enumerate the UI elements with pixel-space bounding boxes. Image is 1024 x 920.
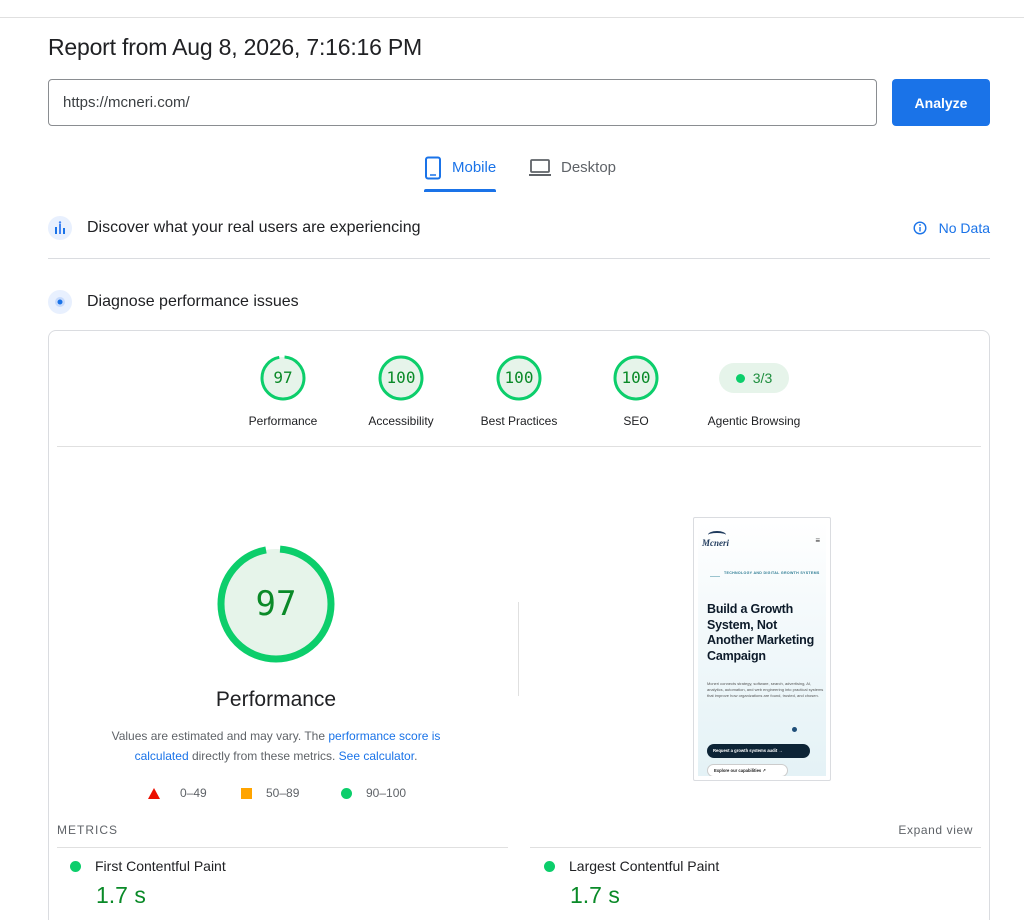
- legend-average: 50–89: [241, 785, 299, 801]
- diagnose-icon: [48, 290, 72, 314]
- performance-big-score: 97: [255, 584, 297, 624]
- metric-lcp: Largest Contentful Paint 1.7 s: [531, 858, 719, 909]
- no-data-label: No Data: [938, 220, 990, 236]
- page-screenshot[interactable]: Mcneri ≡ TECHNOLOGY AND DIGITAL GROWTH S…: [693, 517, 831, 781]
- pass-dot-icon: [70, 860, 81, 872]
- section-divider: [48, 258, 990, 259]
- no-data-link[interactable]: No Data: [913, 210, 990, 246]
- fail-triangle-icon: [148, 787, 160, 799]
- note-text: .: [414, 749, 418, 763]
- vertical-divider: [518, 602, 519, 696]
- best-practices-score: 100: [504, 368, 534, 387]
- agentic-browsing-badge: 3/3: [719, 363, 789, 393]
- estimate-note: Values are estimated and may vary. The p…: [96, 726, 456, 766]
- lab-data-title: Diagnose performance issues: [87, 293, 299, 310]
- note-text: directly from these metrics.: [188, 749, 339, 763]
- legend-range: 50–89: [266, 786, 300, 800]
- accessibility-gauge: 100: [377, 354, 425, 402]
- agentic-browsing-score: 3/3: [752, 370, 773, 386]
- performance-label: Performance: [248, 414, 318, 428]
- metric-divider: [530, 847, 981, 848]
- legend-fail: 0–49: [148, 785, 207, 801]
- expand-view-toggle[interactable]: Expand view: [898, 823, 973, 837]
- legend-range: 0–49: [180, 786, 207, 800]
- screenshot-dot: [792, 727, 797, 732]
- pass-circle-icon: [341, 787, 352, 799]
- average-square-icon: [241, 787, 252, 799]
- performance-gauge: 97: [259, 354, 307, 402]
- report-title: Report from Aug 8, 2026, 7:16:16 PM: [48, 34, 423, 60]
- seo-score: 100: [621, 368, 651, 387]
- metric-divider: [57, 847, 508, 848]
- legend-range: 90–100: [366, 786, 407, 800]
- info-icon: [913, 221, 927, 235]
- smartphone-icon: [424, 156, 442, 180]
- metric-fcp: First Contentful Paint 1.7 s: [57, 858, 226, 909]
- best-practices-label: Best Practices: [480, 414, 558, 428]
- tab-mobile[interactable]: Mobile: [424, 152, 497, 192]
- see-calculator-link[interactable]: See calculator: [339, 749, 414, 763]
- seo-gauge: 100: [612, 354, 660, 402]
- metric-value: 1.7 s: [570, 882, 620, 908]
- note-text: Values are estimated and may vary. The: [111, 729, 329, 743]
- lab-data-section: Diagnose performance issues: [48, 284, 990, 320]
- hamburger-menu-icon: ≡: [815, 536, 820, 545]
- laptop-icon: [529, 159, 551, 177]
- metric-value: 1.7 s: [96, 882, 146, 908]
- category-performance[interactable]: 97 Performance: [228, 354, 338, 428]
- category-best-practices[interactable]: 100 Best Practices: [464, 354, 574, 428]
- seo-label: SEO: [623, 414, 649, 428]
- accessibility-label: Accessibility: [368, 414, 434, 428]
- top-divider: [0, 17, 1024, 18]
- screenshot-logo: Mcneri: [702, 538, 729, 548]
- screenshot-tag: TECHNOLOGY AND DIGITAL GROWTH SYSTEMS: [706, 571, 824, 577]
- legend-pass: 90–100: [341, 785, 406, 801]
- screenshot-content: Mcneri ≡ TECHNOLOGY AND DIGITAL GROWTH S…: [698, 522, 826, 776]
- screenshot-primary-cta: Request a growth systems audit →: [707, 744, 810, 758]
- best-practices-gauge: 100: [495, 354, 543, 402]
- pass-dot-icon: [735, 373, 745, 383]
- url-input[interactable]: [48, 79, 877, 126]
- metric-name: Largest Contentful Paint: [569, 858, 720, 874]
- metrics-heading: METRICS: [57, 823, 118, 837]
- performance-title: Performance: [215, 688, 337, 711]
- field-data-section: Discover what your real users are experi…: [48, 210, 990, 246]
- category-seo[interactable]: 100 SEO: [581, 354, 691, 428]
- screenshot-secondary-cta: Explore our capabilities ↗: [707, 764, 788, 776]
- tab-desktop[interactable]: Desktop: [529, 152, 616, 192]
- metric-name: First Contentful Paint: [95, 858, 226, 874]
- category-agentic-browsing[interactable]: 3/3 Agentic Browsing: [699, 354, 809, 428]
- analyze-button[interactable]: Analyze: [892, 79, 990, 126]
- screenshot-body: Mcneri connects strategy, software, sear…: [707, 681, 824, 699]
- users-chart-icon: [48, 216, 72, 240]
- tab-label: Mobile: [452, 159, 497, 176]
- category-accessibility[interactable]: 100 Accessibility: [346, 354, 456, 428]
- accessibility-score: 100: [386, 368, 416, 387]
- pass-dot-icon: [544, 860, 555, 872]
- tab-label: Desktop: [561, 159, 617, 176]
- field-data-title: Discover what your real users are experi…: [87, 219, 421, 236]
- card-divider: [57, 446, 981, 447]
- agentic-browsing-label: Agentic Browsing: [707, 414, 801, 428]
- performance-score: 97: [273, 368, 293, 387]
- screenshot-headline: Build a Growth System, Not Another Marke…: [707, 602, 815, 663]
